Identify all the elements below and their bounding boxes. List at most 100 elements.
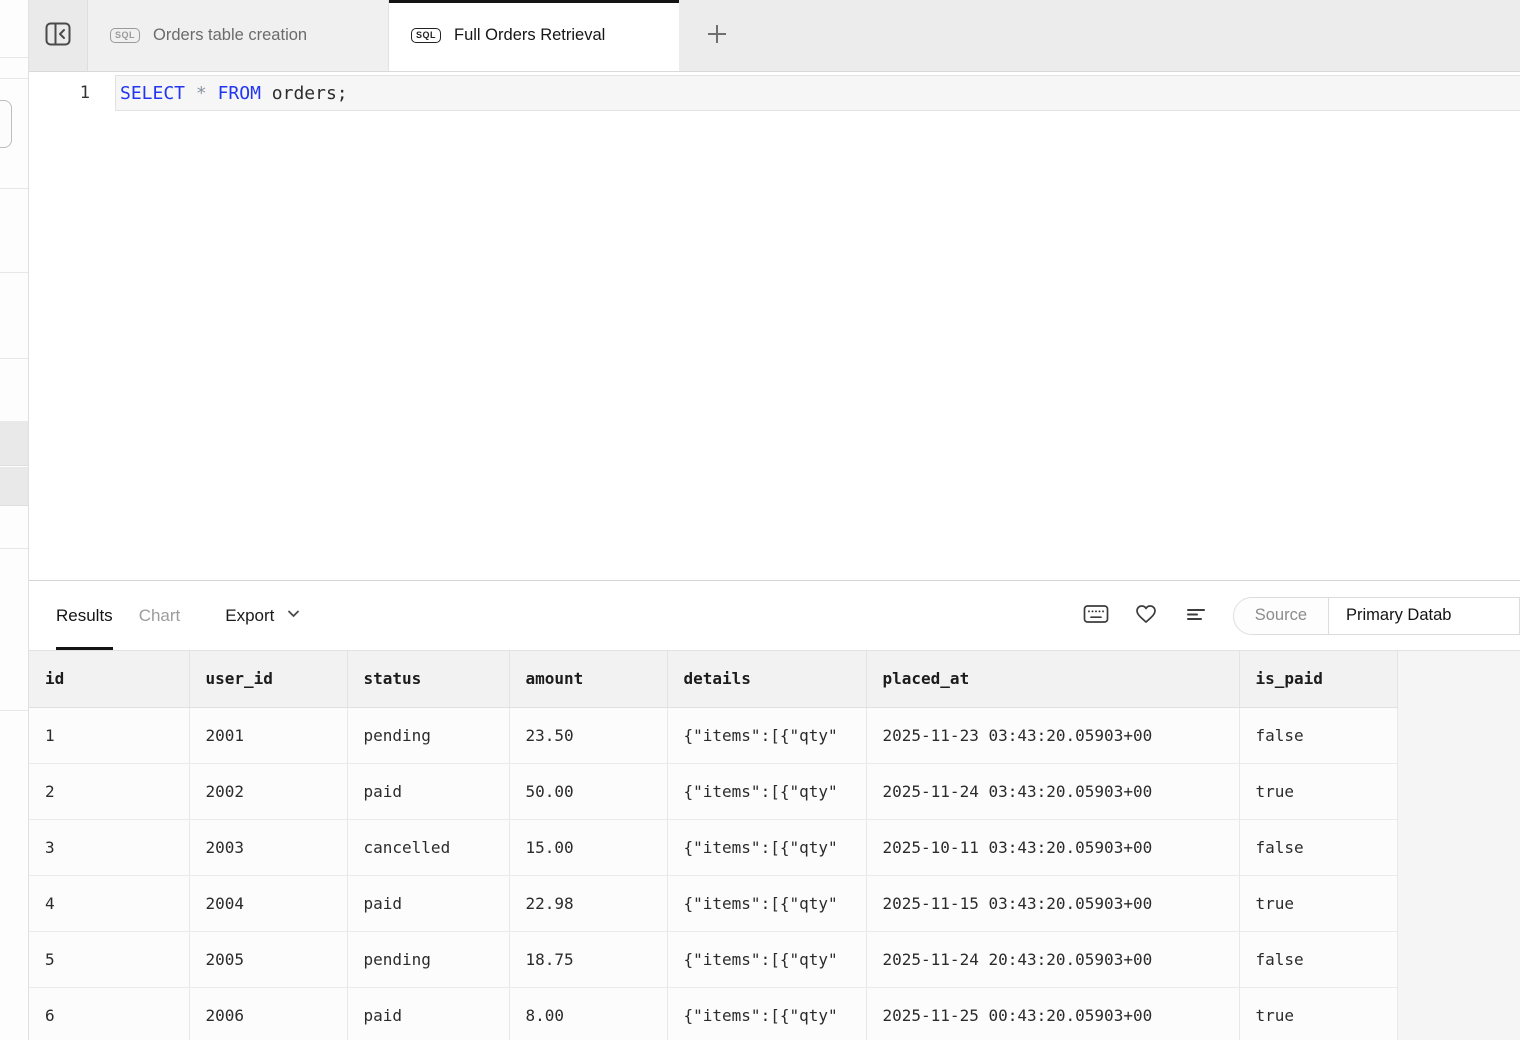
column-header-id[interactable]: id	[29, 651, 189, 707]
column-header-placed_at[interactable]: placed_at	[866, 651, 1239, 707]
sidebar-strip	[0, 0, 29, 1040]
table-cell[interactable]: paid	[347, 763, 509, 819]
table-cell[interactable]: 2025-10-11 03:43:20.05903+00	[866, 819, 1239, 875]
table-row: 42004paid22.98{"items":[{"qty"2025-11-15…	[29, 875, 1397, 931]
table-cell[interactable]: false	[1239, 819, 1397, 875]
sidebar-button-fragment[interactable]	[0, 100, 12, 148]
table-cell[interactable]: pending	[347, 931, 509, 987]
grid-empty-area	[1398, 651, 1520, 1040]
new-tab-button[interactable]	[689, 0, 745, 71]
export-label: Export	[225, 606, 274, 626]
column-header-is_paid[interactable]: is_paid	[1239, 651, 1397, 707]
table-cell[interactable]: {"items":[{"qty"	[667, 763, 866, 819]
table-row: 32003cancelled15.00{"items":[{"qty"2025-…	[29, 819, 1397, 875]
database-select[interactable]: Primary Datab	[1329, 598, 1519, 634]
table-cell[interactable]: 2002	[189, 763, 347, 819]
table-cell[interactable]: true	[1239, 987, 1397, 1040]
panel-collapse-icon	[41, 17, 75, 54]
table-row: 52005pending18.75{"items":[{"qty"2025-11…	[29, 931, 1397, 987]
code-line-1[interactable]: 1 SELECT * FROM orders;	[29, 75, 1520, 111]
table-cell[interactable]: 18.75	[509, 931, 667, 987]
sidebar-item-highlighted[interactable]	[0, 467, 28, 506]
sql-file-icon: SQL	[110, 28, 140, 43]
sidebar-divider	[0, 57, 28, 58]
column-header-status[interactable]: status	[347, 651, 509, 707]
table-cell[interactable]: paid	[347, 987, 509, 1040]
table-cell[interactable]: 50.00	[509, 763, 667, 819]
table-cell[interactable]: 2025-11-23 03:43:20.05903+00	[866, 707, 1239, 763]
sql-editor-screen: SQL Orders table creation SQL Full Order…	[0, 0, 1520, 1040]
table-cell[interactable]: 2005	[189, 931, 347, 987]
table-cell[interactable]: 23.50	[509, 707, 667, 763]
collapse-button-area	[29, 0, 88, 71]
table-cell[interactable]: false	[1239, 931, 1397, 987]
table-cell[interactable]: 2	[29, 763, 189, 819]
table-row: 22002paid50.00{"items":[{"qty"2025-11-24…	[29, 763, 1397, 819]
row-density-button[interactable]	[1183, 603, 1209, 629]
current-line-highlight[interactable]: SELECT * FROM orders;	[115, 75, 1520, 111]
tab-results[interactable]: Results	[56, 581, 113, 650]
results-table: iduser_idstatusamountdetailsplaced_atis_…	[29, 651, 1398, 1040]
rows-lines-icon	[1184, 602, 1208, 629]
table-cell[interactable]: 5	[29, 931, 189, 987]
column-header-user_id[interactable]: user_id	[189, 651, 347, 707]
table-cell[interactable]: {"items":[{"qty"	[667, 819, 866, 875]
collapse-sidebar-button[interactable]	[39, 17, 77, 55]
table-cell[interactable]: {"items":[{"qty"	[667, 931, 866, 987]
table-cell[interactable]: 2025-11-24 20:43:20.05903+00	[866, 931, 1239, 987]
table-cell[interactable]: 2003	[189, 819, 347, 875]
keyboard-shortcuts-button[interactable]	[1083, 603, 1109, 629]
table-cell[interactable]: {"items":[{"qty"	[667, 987, 866, 1040]
table-cell[interactable]: {"items":[{"qty"	[667, 875, 866, 931]
table-cell[interactable]: paid	[347, 875, 509, 931]
sql-editor[interactable]: 1 SELECT * FROM orders;	[29, 72, 1520, 580]
table-cell[interactable]: 2025-11-25 00:43:20.05903+00	[866, 987, 1239, 1040]
table-cell[interactable]: false	[1239, 707, 1397, 763]
plus-icon	[705, 22, 729, 49]
table-cell[interactable]: 3	[29, 819, 189, 875]
table-cell[interactable]: pending	[347, 707, 509, 763]
table-cell[interactable]: 1	[29, 707, 189, 763]
sidebar-item-highlighted[interactable]	[0, 421, 28, 466]
table-cell[interactable]: true	[1239, 875, 1397, 931]
results-toolbar-right: Source Primary Datab	[1083, 597, 1520, 635]
table-cell[interactable]: cancelled	[347, 819, 509, 875]
table-cell[interactable]: 2001	[189, 707, 347, 763]
table-row: 62006paid8.00{"items":[{"qty"2025-11-25 …	[29, 987, 1397, 1040]
table-cell[interactable]: 15.00	[509, 819, 667, 875]
table-cell[interactable]: true	[1239, 763, 1397, 819]
table-cell[interactable]: 4	[29, 875, 189, 931]
column-header-details[interactable]: details	[667, 651, 866, 707]
column-header-amount[interactable]: amount	[509, 651, 667, 707]
sql-star-operator: *	[196, 83, 207, 104]
favorite-button[interactable]	[1133, 603, 1159, 629]
export-button[interactable]: Export	[225, 605, 302, 627]
sidebar-divider	[0, 188, 28, 189]
source-label: Source	[1234, 598, 1329, 634]
table-header-row: iduser_idstatusamountdetailsplaced_atis_…	[29, 651, 1397, 707]
main-area: SQL Orders table creation SQL Full Order…	[29, 0, 1520, 1040]
tab-orders-table-creation[interactable]: SQL Orders table creation	[88, 0, 389, 71]
sql-keyword: SELECT	[120, 83, 185, 104]
table-cell[interactable]: 2006	[189, 987, 347, 1040]
table-row: 12001pending23.50{"items":[{"qty"2025-11…	[29, 707, 1397, 763]
table-cell[interactable]: {"items":[{"qty"	[667, 707, 866, 763]
table-cell[interactable]: 6	[29, 987, 189, 1040]
tab-bar: SQL Orders table creation SQL Full Order…	[29, 0, 1520, 72]
table-cell[interactable]: 2025-11-15 03:43:20.05903+00	[866, 875, 1239, 931]
tab-label: Full Orders Retrieval	[454, 26, 605, 45]
sidebar-divider	[0, 78, 28, 79]
heart-icon	[1133, 601, 1159, 630]
results-toolbar: Results Chart Export	[29, 581, 1520, 650]
tab-chart[interactable]: Chart	[139, 581, 181, 650]
sidebar-divider	[0, 710, 28, 711]
table-cell[interactable]: 22.98	[509, 875, 667, 931]
source-selector: Source Primary Datab	[1233, 597, 1520, 635]
table-cell[interactable]: 2025-11-24 03:43:20.05903+00	[866, 763, 1239, 819]
results-grid-area: iduser_idstatusamountdetailsplaced_atis_…	[29, 650, 1520, 1040]
table-cell[interactable]: 2004	[189, 875, 347, 931]
chevron-down-icon	[285, 605, 302, 627]
table-cell[interactable]: 8.00	[509, 987, 667, 1040]
sql-identifier: orders;	[272, 83, 348, 104]
tab-full-orders-retrieval[interactable]: SQL Full Orders Retrieval	[389, 0, 679, 71]
